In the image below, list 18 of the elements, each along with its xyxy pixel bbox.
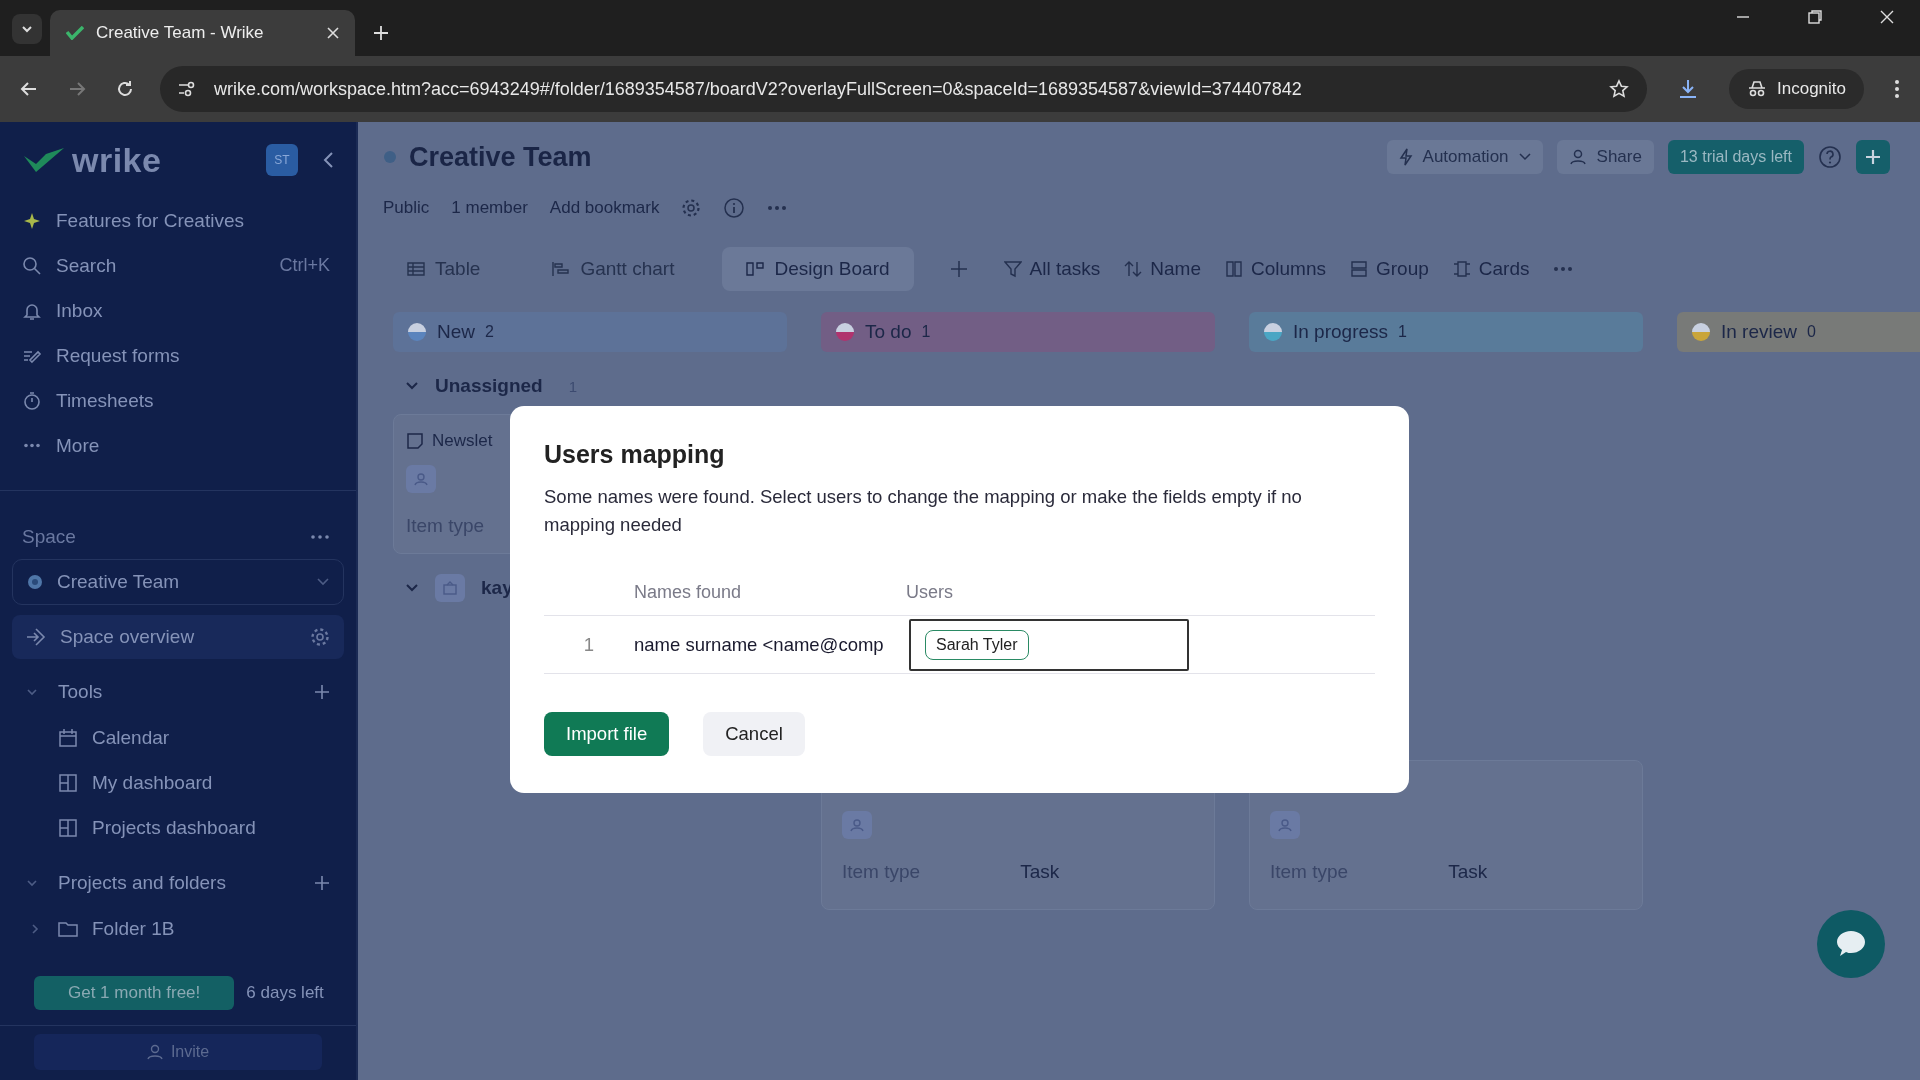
days-left-text: 6 days left bbox=[246, 983, 324, 1003]
card-title: Newslet bbox=[432, 431, 493, 451]
column-header: To do 1 bbox=[821, 312, 1215, 352]
section-label: Space bbox=[22, 526, 76, 548]
row-number: 1 bbox=[582, 633, 596, 656]
table-cell-text: name surname <name@comp bbox=[634, 633, 885, 656]
dialog-description: Some names were found. Select users to change the mapping or make the fields empty if no mapping needed bbox=[544, 485, 1303, 537]
column-header: In review 0 bbox=[1677, 312, 1920, 352]
column-header: Users bbox=[906, 581, 953, 603]
logo-text: wrike bbox=[72, 140, 162, 180]
dialog-title: Users mapping bbox=[544, 440, 726, 469]
column-header: In progress 1 bbox=[1249, 312, 1643, 352]
field-value: Task bbox=[1448, 861, 1488, 883]
column-header: New 2 bbox=[393, 312, 787, 352]
url-text: wrike.com/workspace.htm?acc=6943249#/folder/1689354587/boardV2?overlayFullScreen=0&spaceId=1689354587&viewId=374407842 bbox=[214, 78, 1303, 100]
field-value: Task bbox=[1020, 861, 1060, 883]
page-title: Creative Team bbox=[409, 141, 592, 173]
column-header: Names found bbox=[634, 581, 743, 603]
